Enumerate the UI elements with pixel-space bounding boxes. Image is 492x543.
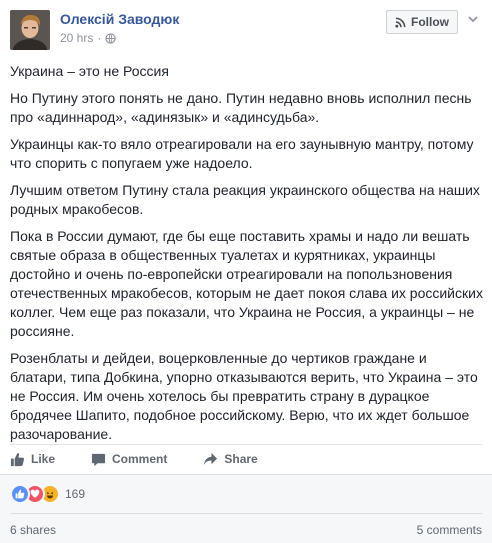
share-button[interactable]: Share <box>203 452 258 467</box>
shares-count[interactable]: 6 shares <box>10 523 56 537</box>
post-paragraph: Но Путину этого понять не дано. Путин не… <box>10 90 472 125</box>
chevron-down-icon[interactable] <box>466 12 480 26</box>
reaction-count: 169 <box>65 487 86 501</box>
globe-icon <box>105 32 117 44</box>
avatar[interactable] <box>10 10 50 50</box>
post-paragraph: Розенблаты и дейдеи, воцерковленные до ч… <box>10 350 478 442</box>
footer-divider <box>10 513 482 514</box>
share-label: Share <box>224 452 258 466</box>
reactions-summary[interactable]: 169 <box>10 484 85 504</box>
post-paragraph: Украинцы как-то вяло отреагировали на ег… <box>10 136 474 171</box>
post-footer: 169 6 shares 5 comments <box>0 474 492 543</box>
comment-button[interactable]: Comment <box>91 452 167 467</box>
post-paragraph: Лучшим ответом Путину стала реакция укра… <box>10 182 480 217</box>
post-time[interactable]: 20 hrs <box>60 31 93 45</box>
like-reaction-icon <box>10 484 30 504</box>
author-name[interactable]: Олексій Заводюк <box>60 11 179 27</box>
like-button[interactable]: Like <box>10 452 55 467</box>
post-card: Олексій Заводюк 20 hrs · Follow Украина … <box>0 0 492 543</box>
follow-label: Follow <box>411 15 449 29</box>
action-bar: Like Comment Share <box>10 444 482 473</box>
thumbs-up-icon <box>10 452 25 466</box>
post-text: Украина – это не Россия Но Путину этого … <box>10 62 484 452</box>
comment-label: Comment <box>112 452 168 466</box>
post-meta: 20 hrs · <box>60 31 117 45</box>
follow-button[interactable]: Follow <box>386 10 458 34</box>
comment-icon <box>91 453 106 466</box>
rss-icon <box>395 17 406 28</box>
post-header: Олексій Заводюк 20 hrs · Follow <box>10 10 482 54</box>
post-paragraph: Пока в России думают, где бы еще постави… <box>10 228 483 339</box>
comments-count[interactable]: 5 comments <box>417 523 482 537</box>
post-paragraph: Украина – это не Россия <box>10 63 169 79</box>
like-label: Like <box>31 452 56 466</box>
meta-separator: · <box>97 31 102 45</box>
share-arrow-icon <box>204 452 218 465</box>
